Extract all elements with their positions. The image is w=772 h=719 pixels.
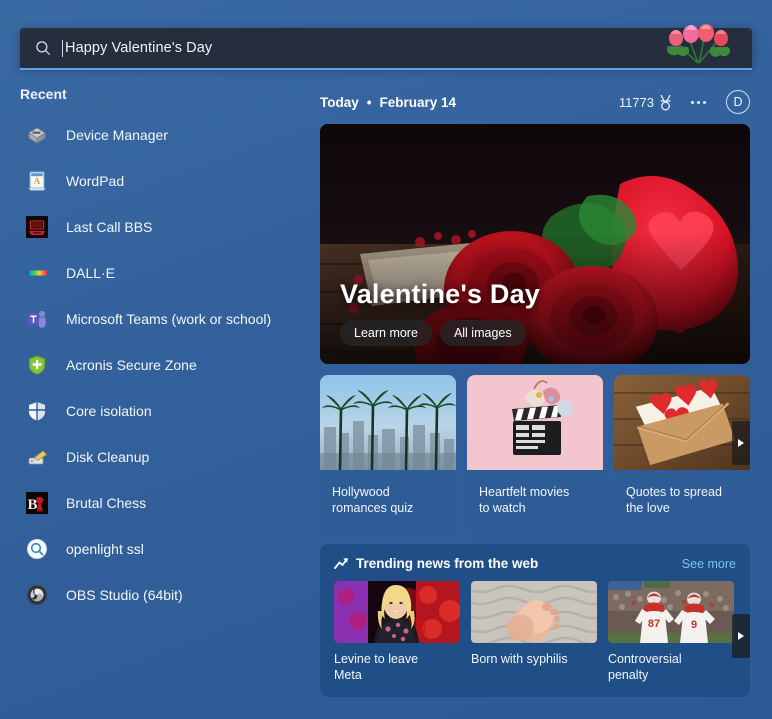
text-caret — [62, 39, 63, 57]
feature-card-caption: Hollywood romances quiz — [332, 485, 414, 515]
recent-item-label: Brutal Chess — [66, 495, 147, 511]
see-more-link[interactable]: See more — [682, 557, 736, 571]
header-separator: • — [366, 94, 372, 110]
feature-card[interactable]: Hollywood romances quiz — [320, 375, 456, 532]
envelope-hearts-image — [614, 375, 750, 470]
search-underline — [20, 68, 752, 70]
recent-item-label: openlight ssl — [66, 541, 144, 557]
all-images-button[interactable]: All images — [439, 320, 526, 346]
baby-feet-image — [471, 581, 597, 643]
news-caption: Levine to leave Meta — [334, 652, 419, 682]
hero-title: Valentine's Day — [340, 279, 541, 309]
disk-cleanup-icon — [26, 446, 48, 468]
palm-trees-skyline-image — [320, 375, 456, 470]
recent-item[interactable]: openlight ssl — [0, 526, 310, 572]
search-bar[interactable]: Happy Valentine's Day — [20, 24, 752, 70]
brutal-chess-icon: B — [26, 492, 48, 514]
news-caption: Born with syphilis — [471, 652, 568, 666]
core-isolation-shield-icon — [26, 400, 48, 422]
rewards-medal-icon[interactable] — [658, 94, 673, 111]
recent-list: Device Manager A WordPad Last Call BBS D… — [0, 112, 310, 618]
content-header: Today • February 14 11773 D — [320, 88, 750, 116]
recent-item[interactable]: Last Call BBS — [0, 204, 310, 250]
recent-item-label: DALL·E — [66, 265, 116, 281]
clapperboard-image — [467, 375, 603, 470]
news-row: Levine to leave Meta Born with syphilis … — [334, 581, 750, 683]
trending-up-icon — [334, 558, 348, 569]
recent-item[interactable]: Device Manager — [0, 112, 310, 158]
chevron-right-icon — [738, 632, 744, 640]
search-input[interactable]: Happy Valentine's Day — [20, 28, 752, 68]
recent-item-label: Disk Cleanup — [66, 449, 150, 465]
chevron-right-icon — [738, 439, 744, 447]
recent-item-label: Last Call BBS — [66, 219, 153, 235]
trending-header: Trending news from the web See more — [334, 556, 736, 571]
news-card[interactable]: Born with syphilis — [471, 581, 597, 683]
recent-item[interactable]: B Brutal Chess — [0, 480, 310, 526]
hero-banner[interactable]: Valentine's Day Learn more All images — [320, 124, 750, 364]
obs-studio-icon — [26, 584, 48, 606]
feature-card[interactable]: Quotes to spread the love — [614, 375, 750, 532]
recent-item[interactable]: A WordPad — [0, 158, 310, 204]
recent-item[interactable]: OBS Studio (64bit) — [0, 572, 310, 618]
recent-item-label: OBS Studio (64bit) — [66, 587, 183, 603]
recent-panel: Recent Device Manager A WordPad Last Cal… — [0, 86, 310, 618]
feature-card-caption: Quotes to spread the love — [626, 485, 722, 515]
feature-card-row: Hollywood romances quiz Heartfelt movies… — [320, 375, 750, 532]
search-query-text: Happy Valentine's Day — [65, 40, 213, 56]
svg-text:87: 87 — [648, 618, 660, 630]
wordpad-icon: A — [26, 170, 48, 192]
recent-item[interactable]: Disk Cleanup — [0, 434, 310, 480]
scroll-right-cards-button[interactable] — [732, 421, 750, 465]
svg-text:9: 9 — [691, 619, 697, 631]
woman-presenter-image — [334, 581, 460, 643]
content-panel: Today • February 14 11773 D Valentine's … — [320, 88, 750, 697]
recent-item-label: Core isolation — [66, 403, 152, 419]
more-options-button[interactable] — [691, 100, 706, 104]
recent-item[interactable]: Core isolation — [0, 388, 310, 434]
svg-text:B: B — [27, 497, 37, 513]
search-icon — [36, 41, 50, 55]
last-call-bbs-icon — [26, 216, 48, 238]
recent-item-label: Microsoft Teams (work or school) — [66, 311, 272, 327]
today-label: Today — [320, 94, 359, 110]
dalle-icon — [26, 262, 48, 284]
football-players-image: 87 9 — [608, 581, 734, 643]
trending-news-panel: Trending news from the web See more Levi… — [320, 544, 750, 697]
feature-card-caption: Heartfelt movies to watch — [479, 485, 570, 515]
acronis-shield-icon — [26, 354, 48, 376]
openlight-ssl-icon — [26, 538, 48, 560]
recent-item[interactable]: Acronis Secure Zone — [0, 342, 310, 388]
avatar[interactable]: D — [726, 90, 750, 114]
feature-card[interactable]: Heartfelt movies to watch — [467, 375, 603, 532]
news-card[interactable]: Levine to leave Meta — [334, 581, 460, 683]
svg-text:A: A — [34, 176, 41, 186]
recent-item-label: WordPad — [66, 173, 125, 189]
recent-item-label: Acronis Secure Zone — [66, 357, 197, 373]
recent-heading: Recent — [20, 86, 67, 102]
news-caption: Controversial penalty — [608, 652, 682, 682]
microsoft-teams-icon — [26, 308, 48, 330]
news-card[interactable]: 87 9 Controversial penalty — [608, 581, 734, 683]
trending-title: Trending news from the web — [356, 556, 539, 571]
learn-more-button[interactable]: Learn more — [340, 320, 432, 346]
rewards-points: 11773 — [618, 94, 654, 110]
scroll-right-news-button[interactable] — [732, 614, 750, 658]
recent-item[interactable]: Microsoft Teams (work or school) — [0, 296, 310, 342]
recent-item[interactable]: DALL·E — [0, 250, 310, 296]
recent-item-label: Device Manager — [66, 127, 168, 143]
date-label: February 14 — [379, 94, 457, 110]
tulip-bouquet-icon — [666, 24, 731, 64]
device-manager-icon — [26, 124, 48, 146]
